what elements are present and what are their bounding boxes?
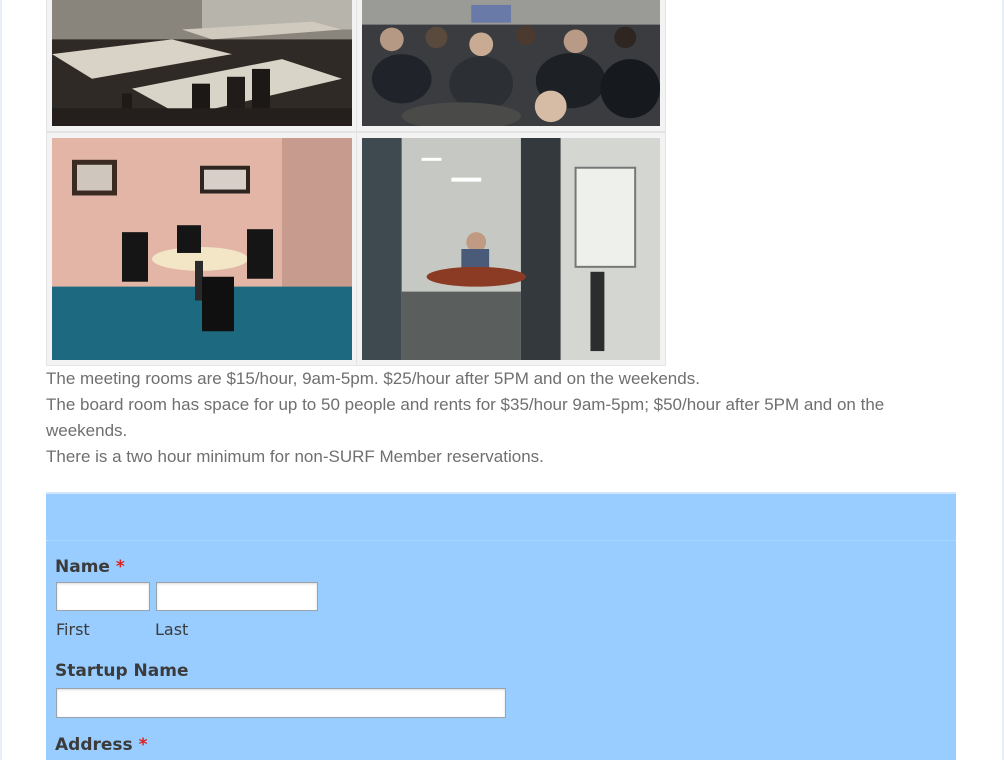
meeting-room-pricing-text: The meeting rooms are $15/hour, 9am-5pm.…	[46, 369, 700, 388]
form-divider	[46, 540, 956, 541]
required-marker: *	[138, 735, 148, 755]
room-photo-gallery	[46, 0, 666, 366]
address-label-text: Address	[55, 735, 133, 755]
name-label: Name *	[55, 557, 125, 577]
photo-meeting-room-tables[interactable]	[46, 0, 358, 132]
office-image	[362, 138, 660, 360]
required-marker: *	[115, 557, 125, 577]
startup-name-label: Startup Name	[55, 661, 189, 681]
name-label-text: Name	[55, 557, 110, 577]
board-room-pricing-text: The board room has space for up to 50 pe…	[46, 395, 885, 440]
photo-event-audience[interactable]	[356, 0, 666, 132]
first-name-input[interactable]	[56, 582, 150, 611]
minimum-reservation-text: There is a two hour minimum for non-SURF…	[46, 447, 544, 466]
photo-small-conference-room[interactable]	[46, 132, 358, 366]
startup-name-input[interactable]	[56, 688, 506, 718]
last-name-input[interactable]	[156, 582, 318, 611]
pricing-info: The meeting rooms are $15/hour, 9am-5pm.…	[46, 366, 956, 470]
photo-office-whiteboard[interactable]	[356, 132, 666, 366]
address-label: Address *	[55, 735, 147, 755]
last-sublabel: Last	[155, 620, 189, 639]
first-sublabel: First	[56, 620, 90, 639]
audience-image	[362, 0, 660, 126]
reservation-form: Name * First Last Startup Name Address *	[46, 492, 956, 760]
conference-room-image	[52, 138, 352, 360]
meeting-room-image	[52, 0, 352, 126]
form-header-strip	[46, 492, 956, 494]
